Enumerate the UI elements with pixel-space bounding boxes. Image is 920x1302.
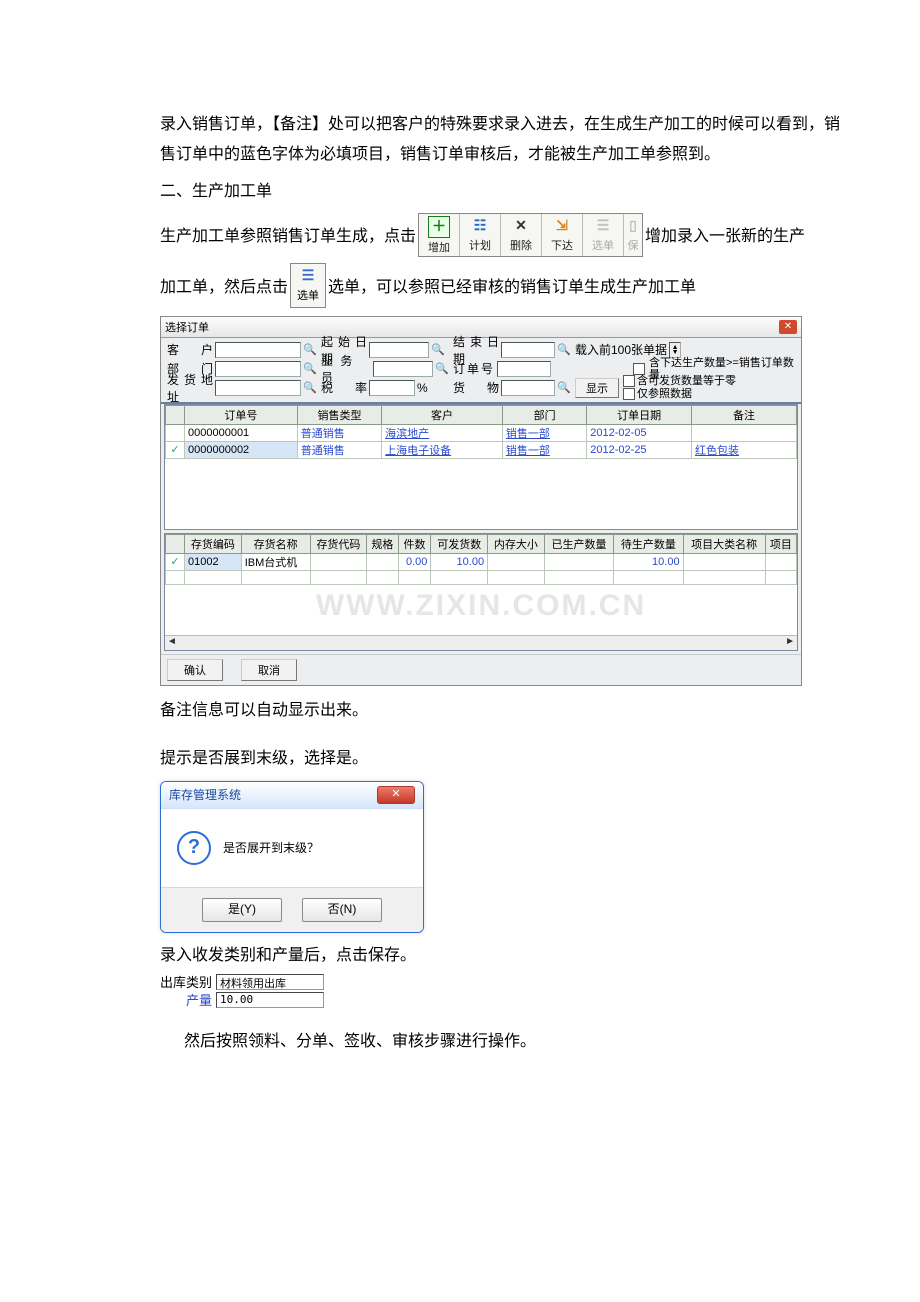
watermark: WWW.ZIXIN.COM.CN (165, 589, 797, 623)
flow-text-2b: 增加录入一张新的生产 (645, 222, 805, 256)
outtype-row: 出库类别 材料领用出库 (160, 973, 840, 991)
load-spinner[interactable]: ▲▼ (669, 342, 681, 358)
table-row[interactable]: 0000000001 普通销售 海滨地产 销售一部 2012-02-05 (166, 424, 797, 441)
flow-text-3b: 选单，可以参照已经审核的销售订单生成生产加工单 (328, 273, 696, 307)
flow-text-2a: 生产加工单参照销售订单生成，点击 (160, 222, 416, 256)
mag-sales[interactable]: 🔍 (435, 362, 449, 376)
delete-icon: ✕ (511, 216, 531, 236)
btn-show[interactable]: 显示 (575, 378, 619, 398)
lbl-orderno: 订单号 (453, 360, 495, 377)
lbl-chk3: 仅参照数据 (637, 388, 692, 400)
lbl-rate: 税 率 (321, 379, 367, 396)
toolbar-save[interactable]: ▯保 (624, 214, 642, 256)
cancel-button[interactable]: 取消 (241, 659, 297, 681)
chk1[interactable] (633, 363, 645, 375)
mag-goods[interactable]: 🔍 (557, 381, 571, 395)
table-row[interactable]: ✓ 01002 IBM台式机 0.00 10.00 10.00 (166, 553, 797, 570)
val-output[interactable]: 10.00 (216, 992, 324, 1008)
chk2[interactable] (623, 375, 635, 387)
toolbar-select[interactable]: ☰选单 (583, 214, 624, 256)
toolbar-issue[interactable]: ⇲下达 (542, 214, 583, 256)
inp-rate[interactable] (369, 380, 415, 396)
add-icon: ＋ (428, 216, 450, 238)
inp-orderno[interactable] (497, 361, 551, 377)
mag-addr[interactable]: 🔍 (303, 381, 317, 395)
lbl-load: 载入前100张单据 (575, 341, 667, 358)
section-heading-2: 二、生产加工单 (160, 177, 840, 201)
toolbar-plan[interactable]: ☷计划 (460, 214, 501, 256)
inp-dept[interactable] (215, 361, 301, 377)
output-row: 产量 10.00 (186, 991, 840, 1009)
yes-button[interactable]: 是(Y) (202, 898, 282, 922)
save-hint: 录入收发类别和产量后，点击保存。 (160, 941, 840, 971)
question-icon: ? (177, 831, 211, 865)
toolbar-delete[interactable]: ✕删除 (501, 214, 542, 256)
horizontal-scrollbar[interactable]: ◄► (165, 635, 797, 650)
plan-icon: ☷ (470, 216, 490, 236)
inp-customer[interactable] (215, 342, 301, 358)
inp-end[interactable] (501, 342, 555, 358)
issue-icon: ⇲ (552, 216, 572, 236)
val-outtype[interactable]: 材料领用出库 (216, 974, 324, 990)
msgbox-title: 库存管理系统 (169, 786, 241, 803)
intro-paragraph: 录入销售订单，【备注】处可以把客户的特殊要求录入进去，在生成生产加工的时候可以看… (160, 110, 840, 171)
toolbar-add[interactable]: ＋增加 (419, 214, 460, 256)
dialog-close[interactable]: ✕ (779, 320, 797, 334)
inp-goods[interactable] (501, 380, 555, 396)
save-icon: ▯ (623, 216, 643, 236)
chk3[interactable] (623, 388, 635, 400)
mag-start[interactable]: 🔍 (431, 343, 445, 357)
ok-button[interactable]: 确认 (167, 659, 223, 681)
lbl-pct: % (417, 381, 428, 395)
lbl-output: 产量 (186, 990, 212, 1009)
lbl-outtype: 出库类别 (160, 972, 212, 991)
mag-customer[interactable]: 🔍 (303, 343, 317, 357)
lbl-chk2: 含可发货数量等于零 (637, 375, 736, 387)
select-icon: ☰ (593, 216, 613, 236)
msgbox-close[interactable]: ✕ (377, 786, 415, 804)
expand-hint: 提示是否展到末级，选择是。 (160, 744, 840, 774)
mag-end[interactable]: 🔍 (557, 343, 571, 357)
flow-text-3a: 加工单，然后点击 (160, 273, 288, 307)
lbl-goods: 货 物 (453, 379, 499, 396)
table-row[interactable]: ✓ 0000000002 普通销售 上海电子设备 销售一部 2012-02-25… (166, 441, 797, 458)
confirm-dialog: 库存管理系统 ✕ ? 是否展开到末级？ 是(Y) 否(N) (160, 781, 424, 933)
items-grid[interactable]: 存货编码 存货名称 存货代码 规格 件数 可发货数 内存大小 已生产数量 待生产… (164, 533, 798, 651)
inp-addr[interactable] (215, 380, 301, 396)
msgbox-text: 是否展开到末级？ (223, 839, 319, 856)
table-row[interactable] (166, 570, 797, 584)
inp-start[interactable] (369, 342, 429, 358)
dialog-title: 选择订单 (165, 319, 209, 335)
orders-grid[interactable]: 订单号 销售类型 客户 部门 订单日期 备注 0000000001 普通销售 海… (164, 404, 798, 530)
no-button[interactable]: 否(N) (302, 898, 382, 922)
lbl-customer: 客 户 (167, 341, 213, 358)
mini-select-button[interactable]: ☰ 选单 (290, 263, 326, 308)
note-after-dialog: 备注信息可以自动显示出来。 (160, 696, 840, 726)
select-order-dialog: 选择订单 ✕ 客 户🔍 部 门🔍 发货地址🔍 起始日期🔍 业 务 员🔍 税 率% (160, 316, 802, 686)
final-note: 然后按照领料、分单、签收、审核步骤进行操作。 (184, 1027, 840, 1057)
mag-dept[interactable]: 🔍 (303, 362, 317, 376)
mini-select-icon: ☰ (298, 266, 318, 286)
inp-sales[interactable] (373, 361, 433, 377)
lbl-addr: 发货地址 (167, 371, 213, 405)
toolbar: ＋增加 ☷计划 ✕删除 ⇲下达 ☰选单 ▯保 (418, 213, 643, 257)
